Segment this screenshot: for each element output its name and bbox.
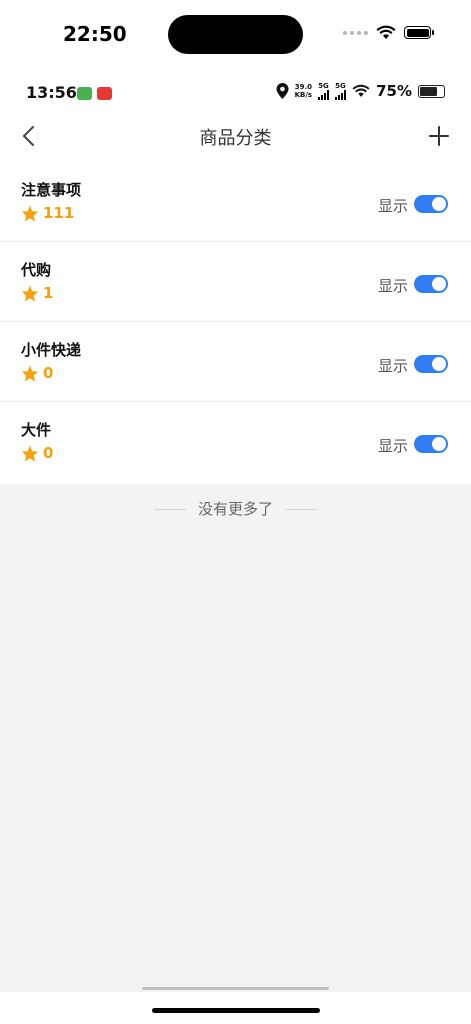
cellular-dots-icon [343,30,368,35]
home-indicator[interactable] [152,1008,320,1013]
toggle-knob [432,357,446,371]
app-notification-icon [97,87,112,100]
android-battery-icon [418,84,445,98]
category-row[interactable]: 代购 1 显示 [0,242,471,322]
page-title: 商品分类 [199,128,272,149]
star-icon [21,365,39,382]
visibility-toggle[interactable] [414,435,448,453]
category-name: 小件快递 [21,341,82,359]
count-value: 111 [43,204,75,222]
toggle-knob [432,277,446,291]
dynamic-island [168,15,303,54]
wifi-icon [352,84,370,97]
count-value: 1 [43,284,54,302]
nav-header: 商品分类 [0,112,471,160]
category-count: 0 [21,444,53,462]
network-speed-unit: KB/s [294,91,313,99]
no-more-label: 没有更多了 [197,500,273,518]
category-name: 代购 [21,261,52,279]
network-type-label: 5G [318,81,329,90]
visibility-label: 显示 [377,357,408,375]
list-end-text: 没有更多了 [0,498,471,519]
app-notification-icon [77,87,92,100]
gesture-bar [142,987,329,990]
category-name: 注意事项 [21,181,82,199]
wifi-icon [376,25,396,39]
notification-icons [77,87,112,100]
ios-battery-icon [404,26,434,39]
category-count: 1 [21,284,53,302]
visibility-label: 显示 [377,197,408,215]
network-speed-value: 39.0 [294,83,312,91]
battery-percent: 75% [376,82,412,100]
category-count: 0 [21,364,53,382]
plus-icon[interactable] [427,124,451,148]
visibility-label: 显示 [377,277,408,295]
ios-clock: 22:50 [63,22,127,46]
category-row[interactable]: 大件 0 显示 [0,402,471,484]
toggle-knob [432,437,446,451]
category-row[interactable]: 小件快递 0 显示 [0,322,471,402]
network-type-label: 5G [335,81,346,90]
category-name: 大件 [21,421,52,439]
toggle-knob [432,197,446,211]
star-icon [21,285,39,302]
star-icon [21,205,39,222]
android-status-icons: 39.0 KB/s 5G 5G 75% [276,82,445,100]
count-value: 0 [43,444,54,462]
location-icon [276,83,289,99]
signal-1-icon: 5G [318,81,330,100]
count-value: 0 [43,364,54,382]
category-row[interactable]: 注意事项 111 显示 [0,162,471,242]
android-clock: 13:56 [26,83,77,102]
visibility-toggle[interactable] [414,355,448,373]
visibility-toggle[interactable] [414,195,448,213]
category-count: 111 [21,204,74,222]
signal-2-icon: 5G [335,81,347,100]
star-icon [21,445,39,462]
visibility-label: 显示 [377,437,408,455]
visibility-toggle[interactable] [414,275,448,293]
network-speed: 39.0 KB/s [295,83,312,99]
ios-status-icons [343,25,434,40]
